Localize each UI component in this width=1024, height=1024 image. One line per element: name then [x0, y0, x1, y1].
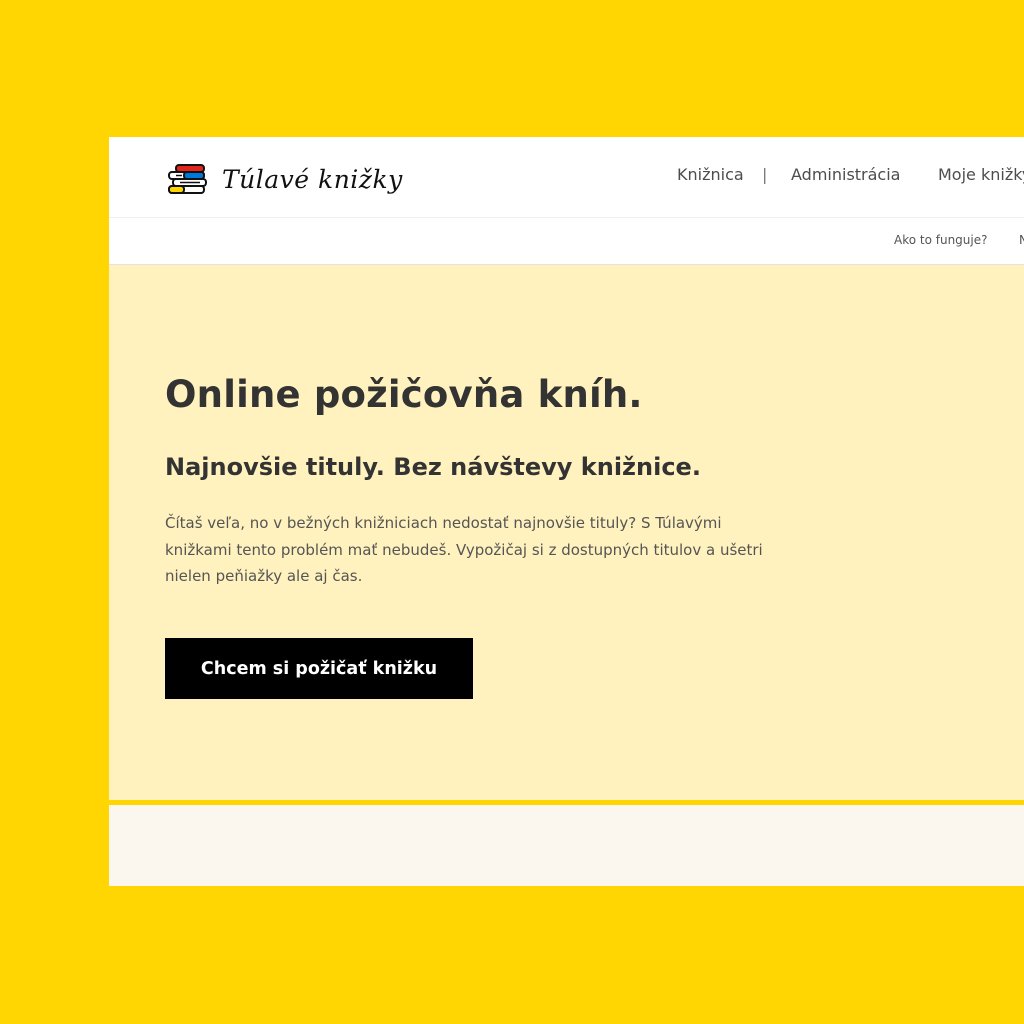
subnav-item-ako-to-funguje[interactable]: Ako to funguje?	[894, 233, 988, 247]
hero-title: Online požičovňa kníh.	[165, 373, 643, 416]
nav-item-administracia[interactable]: Administrácia	[791, 165, 900, 184]
nav-item-kniznica[interactable]: Knižnica	[677, 165, 744, 184]
site-header: Túlavé knižky Knižnica | Administrácia M…	[109, 137, 1024, 218]
nav-item-moje-knizky[interactable]: Moje knižky	[938, 165, 1024, 184]
hero-section: Online požičovňa kníh. Najnovšie tituly.…	[109, 265, 1024, 800]
lower-section	[109, 805, 1024, 886]
main-nav: Knižnica | Administrácia Moje knižky	[109, 165, 1024, 189]
hero-subtitle: Najnovšie tituly. Bez návštevy knižnice.	[165, 453, 701, 481]
subnav-item-cut-off[interactable]: N	[1019, 233, 1024, 247]
secondary-nav: Ako to funguje? N	[109, 218, 1024, 265]
hero-description: Čítaš veľa, no v bežných knižniciach ned…	[165, 514, 763, 585]
browser-page: Túlavé knižky Knižnica | Administrácia M…	[109, 137, 1024, 886]
borrow-book-button[interactable]: Chcem si požičať knižku	[165, 638, 473, 699]
nav-separator: |	[762, 165, 768, 184]
